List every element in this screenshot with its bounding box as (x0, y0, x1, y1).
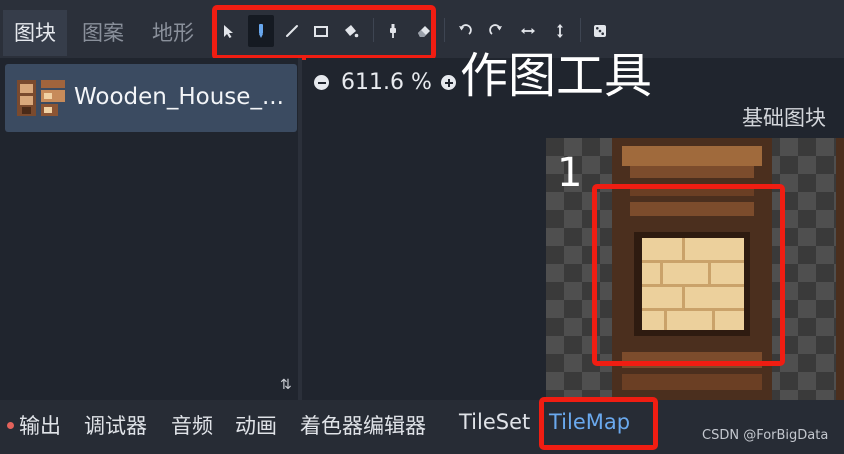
tile-highlight-box (592, 184, 785, 366)
tools-highlight-box (212, 5, 436, 60)
zoom-out-glyph (317, 81, 326, 84)
error-dot-icon (7, 422, 14, 429)
door-plank (622, 374, 762, 390)
bottom-tab-output[interactable]: 输出 (19, 410, 61, 440)
zoom-in-icon[interactable] (441, 75, 456, 90)
tile-source-name: Wooden_House_... (74, 84, 284, 110)
door-top-beam (622, 146, 762, 166)
annotation-label: 作图工具 (460, 48, 653, 104)
tilemap-highlight-box (539, 397, 658, 450)
atlas-section-title: 基础图块 (742, 106, 826, 130)
sort-icon[interactable]: ⇅ (280, 377, 292, 393)
door-plank (630, 166, 754, 178)
tileset-thumbnail-icon (15, 78, 67, 118)
tab-patterns[interactable]: 图案 (71, 10, 135, 56)
bottom-tab-animation[interactable]: 动画 (235, 410, 277, 440)
bottom-tab-shader-editor[interactable]: 着色器编辑器 (300, 410, 426, 440)
tile-index-label: 1 (557, 150, 583, 196)
bottom-tab-audio[interactable]: 音频 (171, 410, 213, 440)
bottom-tab-debugger[interactable]: 调试器 (84, 410, 147, 440)
zoom-in-glyph (444, 78, 453, 87)
tab-terrains[interactable]: 地形 (141, 10, 205, 56)
toolbar-separator (444, 18, 445, 42)
bottom-tab-tileset[interactable]: TileSet (459, 410, 530, 434)
watermark: CSDN @ForBigData (702, 428, 829, 443)
zoom-level: 611.6 % (341, 70, 432, 95)
next-tile-edge (836, 138, 844, 400)
tab-tiles[interactable]: 图块 (3, 10, 67, 56)
zoom-out-icon[interactable] (314, 75, 329, 90)
